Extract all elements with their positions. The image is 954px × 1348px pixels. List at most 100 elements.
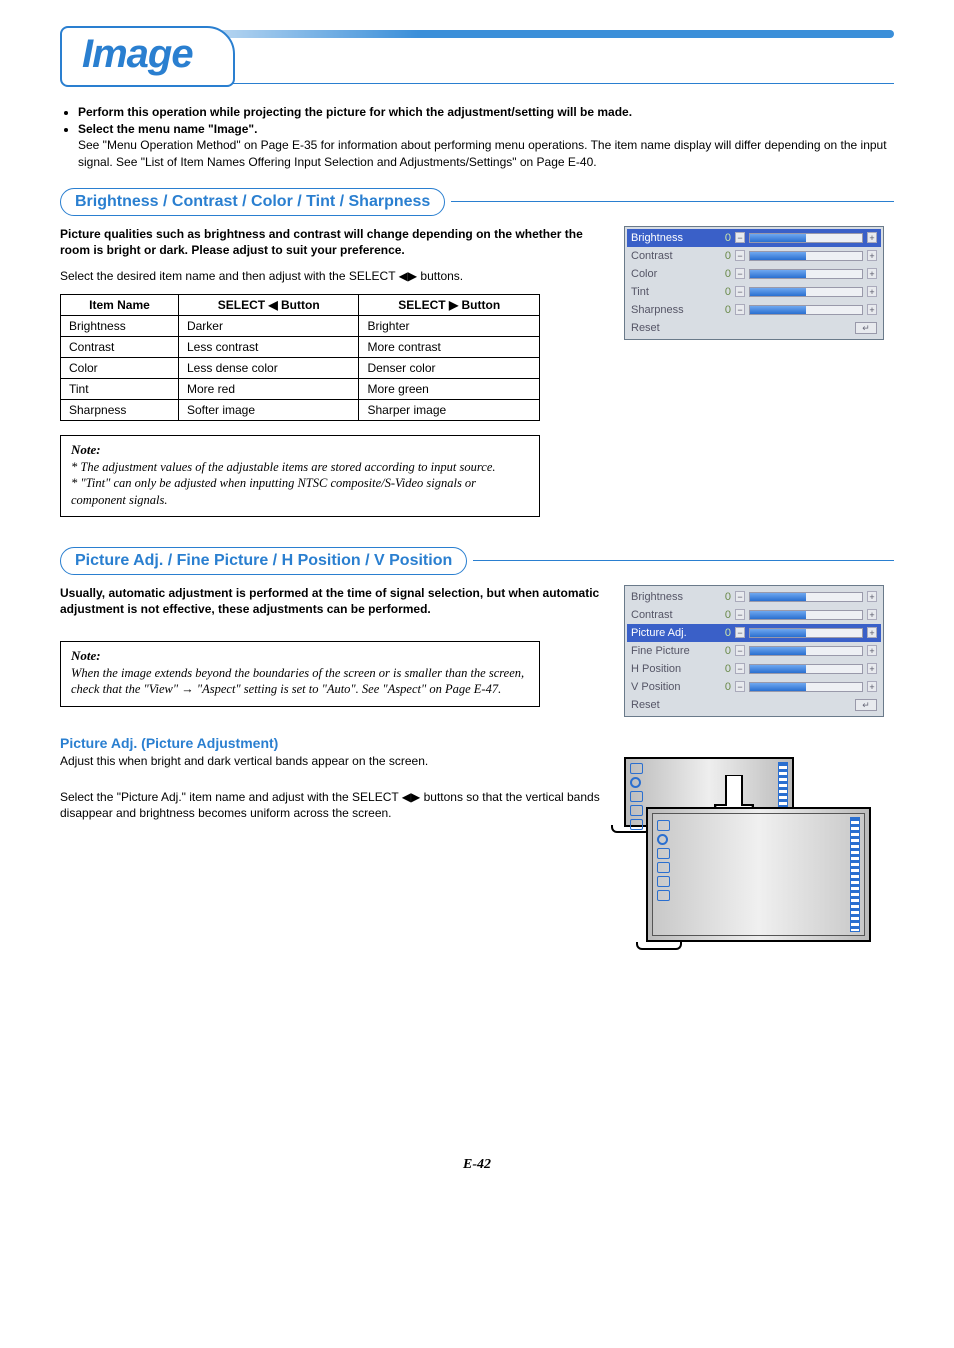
section2-osd: Brightness 0 − + Contrast 0 − + Picture … bbox=[624, 585, 884, 717]
circle-icon bbox=[657, 834, 668, 845]
section1-header-row: Brightness / Contrast / Color / Tint / S… bbox=[60, 188, 894, 216]
osd-row-reset: Reset ↵ bbox=[627, 319, 881, 337]
osd-label: Sharpness bbox=[631, 304, 711, 316]
page-title: Image bbox=[82, 32, 193, 76]
minus-icon: − bbox=[735, 663, 745, 674]
osd-value: 0 bbox=[715, 627, 731, 639]
osd-value: 0 bbox=[715, 250, 731, 262]
osd-row-reset: Reset ↵ bbox=[627, 696, 881, 714]
table-row: Contrast Less contrast More contrast bbox=[61, 337, 540, 358]
cell: Softer image bbox=[178, 400, 359, 421]
section2-body: Usually, automatic adjustment is perform… bbox=[60, 585, 894, 957]
square-icon bbox=[657, 862, 670, 873]
section3-line2: Select the "Picture Adj." item name and … bbox=[60, 789, 600, 821]
osd-slider-fill bbox=[750, 593, 806, 601]
section1-table: Item Name SELECT ◀ Button SELECT ▶ Butto… bbox=[60, 294, 540, 421]
osd-slider-fill bbox=[750, 306, 806, 314]
cell: Tint bbox=[61, 379, 179, 400]
th-select-left: SELECT ◀ Button bbox=[178, 295, 359, 316]
osd-value: 0 bbox=[715, 268, 731, 280]
osd-slider-fill bbox=[750, 647, 806, 655]
osd-slider-fill bbox=[750, 270, 806, 278]
cell: Denser color bbox=[359, 358, 540, 379]
table-row: Color Less dense color Denser color bbox=[61, 358, 540, 379]
osd-slider bbox=[749, 664, 863, 674]
plus-icon: + bbox=[867, 681, 877, 692]
diagram-screen-after bbox=[646, 807, 871, 942]
section2-header: Picture Adj. / Fine Picture / H Position… bbox=[60, 547, 467, 575]
picture-adj-diagram bbox=[624, 757, 884, 957]
th-select-right: SELECT ▶ Button bbox=[359, 295, 540, 316]
osd-row-picture-adj: Picture Adj. 0 − + bbox=[627, 624, 881, 642]
section2-header-line bbox=[473, 560, 894, 561]
section2-header-row: Picture Adj. / Fine Picture / H Position… bbox=[60, 547, 894, 575]
osd-value: 0 bbox=[715, 645, 731, 657]
plus-icon: + bbox=[867, 286, 877, 297]
square-icon bbox=[630, 805, 643, 816]
osd-slider-fill bbox=[750, 665, 806, 673]
folder-icon bbox=[630, 791, 643, 802]
osd-label: Tint bbox=[631, 286, 711, 298]
cell: More contrast bbox=[359, 337, 540, 358]
osd-row-color: Color 0 − + bbox=[627, 265, 881, 283]
plus-icon: + bbox=[867, 250, 877, 261]
plus-icon: + bbox=[867, 591, 877, 602]
osd-row-v-position: V Position 0 − + bbox=[627, 678, 881, 696]
diagram-inner bbox=[652, 813, 865, 936]
osd-label: V Position bbox=[631, 681, 711, 693]
page-title-block: Image bbox=[60, 30, 894, 84]
osd-slider-fill bbox=[750, 611, 806, 619]
section1-note-box: Note: * The adjustment values of the adj… bbox=[60, 435, 540, 517]
osd-label: H Position bbox=[631, 663, 711, 675]
minus-icon: − bbox=[735, 232, 745, 243]
projector-icon bbox=[657, 820, 670, 831]
cell: More green bbox=[359, 379, 540, 400]
plus-icon: + bbox=[867, 232, 877, 243]
plus-icon: + bbox=[867, 609, 877, 620]
note-line-2: * "Tint" can only be adjusted when input… bbox=[71, 475, 529, 508]
misc-icon bbox=[657, 890, 670, 901]
minus-icon: − bbox=[735, 645, 745, 656]
cell: Sharper image bbox=[359, 400, 540, 421]
section1-header-line bbox=[451, 201, 894, 202]
page-number: E-42 bbox=[60, 1157, 894, 1173]
osd-value: 0 bbox=[715, 591, 731, 603]
section2-note-box: Note: When the image extends beyond the … bbox=[60, 641, 540, 706]
osd-reset-label: Reset bbox=[631, 322, 711, 334]
osd-label: Contrast bbox=[631, 609, 711, 621]
osd-slider bbox=[749, 682, 863, 692]
osd-label: Picture Adj. bbox=[631, 627, 711, 639]
osd-label: Contrast bbox=[631, 250, 711, 262]
plus-icon: + bbox=[867, 663, 877, 674]
table-row: Brightness Darker Brighter bbox=[61, 316, 540, 337]
circle-icon bbox=[630, 777, 641, 788]
plus-icon: + bbox=[867, 304, 877, 315]
cell: Less dense color bbox=[178, 358, 359, 379]
note-head: Note: bbox=[71, 442, 529, 459]
osd-slider bbox=[749, 233, 863, 243]
osd-slider bbox=[749, 646, 863, 656]
table-row: Tint More red More green bbox=[61, 379, 540, 400]
title-rule bbox=[210, 83, 894, 84]
note-head: Note: bbox=[71, 648, 529, 665]
osd-slider bbox=[749, 251, 863, 261]
diagram-icon-column bbox=[630, 763, 643, 830]
intro-bullet-1: Perform this operation while projecting … bbox=[78, 104, 894, 120]
cell: Brightness bbox=[61, 316, 179, 337]
osd-row-brightness: Brightness 0 − + bbox=[627, 229, 881, 247]
enter-icon: ↵ bbox=[855, 322, 877, 334]
osd-slider bbox=[749, 628, 863, 638]
osd-slider-fill bbox=[750, 629, 806, 637]
osd-slider bbox=[749, 287, 863, 297]
cell: Contrast bbox=[61, 337, 179, 358]
osd-reset-area: ↵ bbox=[715, 322, 877, 334]
cell: Brighter bbox=[359, 316, 540, 337]
intro-bullet-2-sub: See "Menu Operation Method" on Page E-35… bbox=[78, 138, 887, 168]
minus-icon: − bbox=[735, 627, 745, 638]
section1-right: Brightness 0 − + Contrast 0 − + Color 0 … bbox=[624, 226, 894, 340]
osd-label: Brightness bbox=[631, 232, 711, 244]
section1-header: Brightness / Contrast / Color / Tint / S… bbox=[60, 188, 445, 216]
osd-slider bbox=[749, 610, 863, 620]
osd-row-contrast: Contrast 0 − + bbox=[627, 247, 881, 265]
cell: More red bbox=[178, 379, 359, 400]
